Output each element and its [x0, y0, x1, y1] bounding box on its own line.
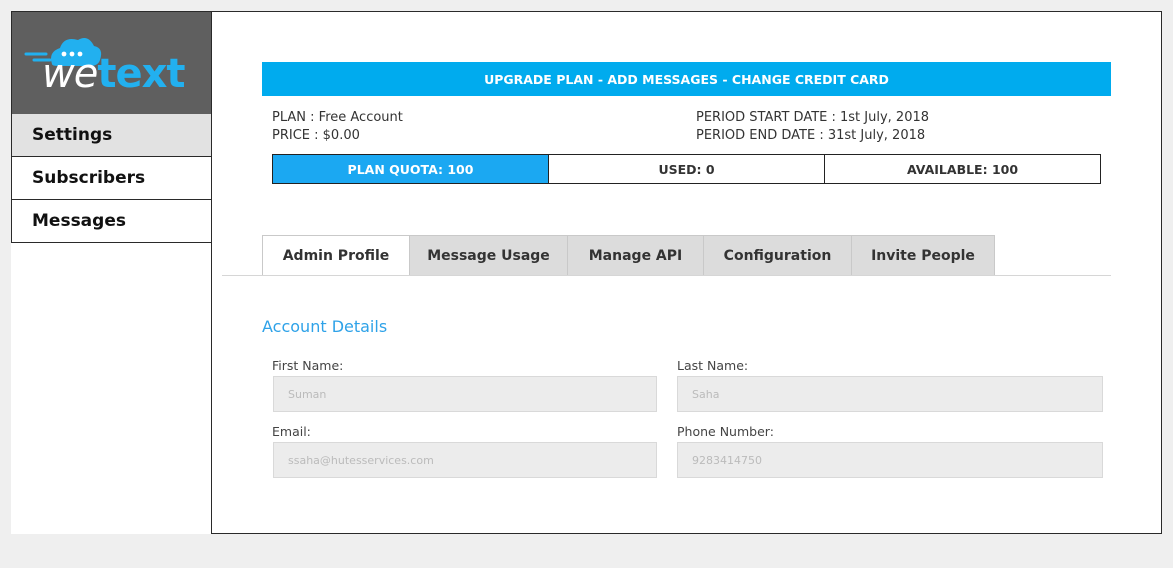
logo[interactable]: wetext: [11, 11, 212, 114]
sidebar-item-messages[interactable]: Messages: [11, 200, 212, 243]
plan-value: Free Account: [318, 110, 403, 125]
account-details-title: Account Details: [262, 317, 388, 336]
sidebar-item-label: Subscribers: [32, 168, 146, 188]
price-label: PRICE :: [272, 128, 319, 143]
tab-label: Configuration: [723, 248, 832, 264]
tab-configuration[interactable]: Configuration: [703, 235, 852, 276]
banner-label: UPGRADE PLAN - ADD MESSAGES - CHANGE CRE…: [484, 71, 889, 87]
period-end-label: PERIOD END DATE :: [696, 128, 824, 143]
sidebar: wetext Settings Subscribers Messages: [11, 11, 212, 534]
plan-info: PLAN : Free Account PRICE : $0.00: [272, 109, 403, 145]
email-label: Email:: [272, 424, 311, 439]
used-cell: USED: 0: [549, 155, 825, 183]
upgrade-plan-banner-button[interactable]: UPGRADE PLAN - ADD MESSAGES - CHANGE CRE…: [262, 62, 1111, 96]
tab-label: Manage API: [588, 248, 683, 264]
sidebar-item-subscribers[interactable]: Subscribers: [11, 157, 212, 200]
email-field[interactable]: [273, 442, 657, 478]
tab-invite-people[interactable]: Invite People: [851, 235, 995, 276]
tab-label: Invite People: [871, 248, 975, 264]
sidebar-item-settings[interactable]: Settings: [11, 114, 212, 157]
phone-number-field[interactable]: [677, 442, 1103, 478]
price-value: $0.00: [322, 128, 360, 143]
first-name-field[interactable]: [273, 376, 657, 412]
first-name-label: First Name:: [272, 358, 344, 373]
tab-label: Message Usage: [427, 248, 550, 264]
main-panel: UPGRADE PLAN - ADD MESSAGES - CHANGE CRE…: [211, 11, 1162, 534]
period-info: PERIOD START DATE : 1st July, 2018 PERIO…: [696, 109, 929, 145]
plan-quota-cell: PLAN QUOTA: 100: [273, 155, 549, 183]
plan-label: PLAN :: [272, 110, 315, 125]
tab-label: Admin Profile: [282, 248, 390, 264]
period-start-value: 1st July, 2018: [840, 110, 930, 125]
tab-divider: [222, 275, 1111, 276]
logo-wordmark: wetext: [42, 51, 186, 97]
period-end-value: 31st July, 2018: [827, 128, 926, 143]
quota-bar: PLAN QUOTA: 100 USED: 0 AVAILABLE: 100: [272, 154, 1101, 184]
tab-message-usage[interactable]: Message Usage: [409, 235, 568, 276]
sidebar-nav: Settings Subscribers Messages: [11, 114, 212, 243]
last-name-field[interactable]: [677, 376, 1103, 412]
phone-number-label: Phone Number:: [677, 424, 774, 439]
sidebar-item-label: Messages: [32, 211, 126, 231]
period-start-label: PERIOD START DATE :: [696, 110, 836, 125]
available-cell: AVAILABLE: 100: [906, 161, 1019, 177]
tab-admin-profile[interactable]: Admin Profile: [262, 235, 410, 276]
tab-manage-api[interactable]: Manage API: [567, 235, 704, 276]
last-name-label: Last Name:: [677, 358, 749, 373]
sidebar-item-label: Settings: [32, 125, 113, 145]
settings-tabs: Admin Profile Message Usage Manage API C…: [262, 235, 995, 276]
